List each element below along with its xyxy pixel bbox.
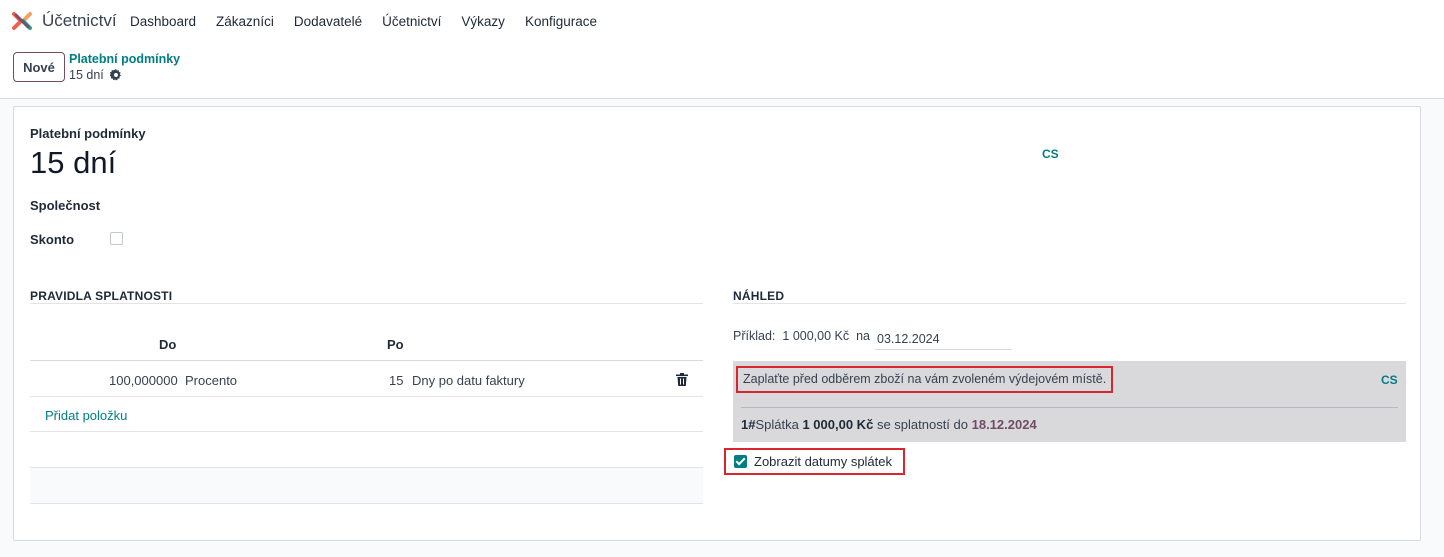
example-amount[interactable]: 1 000,00 Kč <box>782 329 849 343</box>
trash-icon[interactable] <box>676 373 688 386</box>
payment-note-text[interactable]: Zaplaťte před odběrem zboží na vám zvole… <box>736 366 1114 393</box>
skonto-label: Skonto <box>30 232 75 247</box>
app-name[interactable]: Účetnictví <box>42 11 117 31</box>
installment-number: 1# <box>741 417 756 432</box>
installment-due-text: se splatností do <box>876 417 968 432</box>
company-label: Společnost <box>30 198 101 213</box>
table-row-divider <box>30 431 703 432</box>
table-header-divider <box>30 360 703 361</box>
rules-section-title: PRAVIDLA SPLATNOSTI <box>30 289 173 303</box>
control-panel: Nové Platební podmínky 15 dní <box>0 44 1444 99</box>
menu-item-dashboard[interactable]: Dashboard <box>120 14 206 29</box>
show-dates-label[interactable]: Zobrazit datumy splátek <box>754 454 892 469</box>
rule-delay-type[interactable]: Dny po datu faktury <box>412 373 525 388</box>
column-header-po[interactable]: Po <box>387 337 404 352</box>
breadcrumb-current: 15 dní <box>69 68 122 82</box>
top-navbar: Účetnictví Dashboard Zákazníci Dodavatel… <box>0 0 1444 44</box>
preview-section-divider <box>733 303 1406 304</box>
rules-section-divider <box>30 303 703 304</box>
table-row-divider <box>30 396 703 397</box>
name-language-button[interactable]: CS <box>1042 147 1059 161</box>
preview-box: Zaplaťte před odběrem zboží na vám zvole… <box>733 361 1406 442</box>
show-installment-dates-toggle[interactable]: Zobrazit datumy splátek <box>724 448 905 475</box>
table-row-divider <box>30 503 703 504</box>
column-header-do[interactable]: Do <box>159 337 176 352</box>
example-on-label: na <box>856 329 871 343</box>
gear-icon[interactable] <box>109 69 122 81</box>
note-language-button[interactable]: CS <box>1381 373 1398 387</box>
name-field[interactable]: 15 dní <box>30 145 116 181</box>
name-label: Platební podmínky <box>30 126 146 141</box>
menu-item-configuration[interactable]: Konfigurace <box>515 14 607 29</box>
menu-item-customers[interactable]: Zákazníci <box>206 14 284 29</box>
example-date-input[interactable] <box>875 328 1012 350</box>
table-empty-row <box>30 468 703 503</box>
breadcrumb-parent-link[interactable]: Platební podmínky <box>69 52 180 66</box>
example-row: Příklad: 1 000,00 Kč na <box>733 329 870 343</box>
new-button[interactable]: Nové <box>13 52 65 82</box>
preview-divider <box>741 407 1398 408</box>
preview-section-title: NÁHLED <box>733 289 785 303</box>
rule-value[interactable]: 100,000000 <box>109 373 178 388</box>
add-line-link[interactable]: Přidat položku <box>45 408 127 423</box>
main-menu: Dashboard Zákazníci Dodavatelé Účetnictv… <box>120 14 607 29</box>
example-label: Příklad: <box>733 329 776 343</box>
rule-days[interactable]: 15 <box>389 373 403 388</box>
skonto-checkbox[interactable] <box>110 232 123 245</box>
installment-amount: 1 000,00 Kč <box>802 417 874 432</box>
accounting-app-logo-icon[interactable] <box>12 11 32 31</box>
installment-due-date: 18.12.2024 <box>971 417 1037 432</box>
rule-value-type[interactable]: Procento <box>185 373 237 388</box>
menu-item-reporting[interactable]: Výkazy <box>451 14 515 29</box>
menu-item-accounting[interactable]: Účetnictví <box>372 14 451 29</box>
form-sheet: Platební podmínky 15 dní CS Společnost S… <box>13 106 1421 541</box>
show-dates-checkbox[interactable] <box>734 455 747 468</box>
installment-label: Splátka <box>755 417 799 432</box>
installment-line: 1#Splátka 1 000,00 Kč se splatností do 1… <box>741 417 1037 432</box>
menu-item-vendors[interactable]: Dodavatelé <box>284 14 372 29</box>
breadcrumb-current-label: 15 dní <box>69 68 104 82</box>
